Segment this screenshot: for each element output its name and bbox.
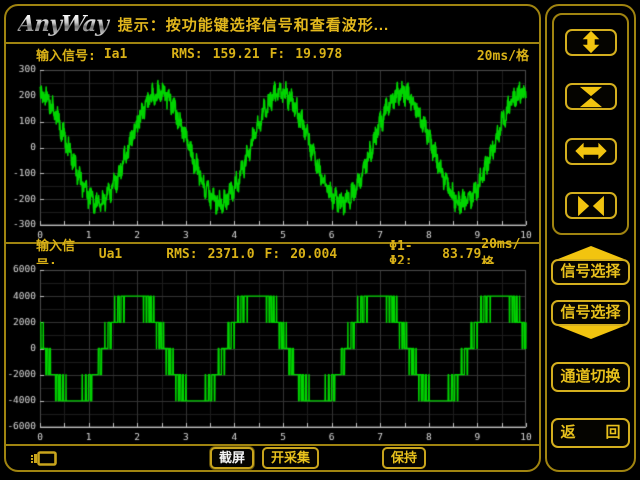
waveform-canvas-ua1 — [6, 264, 539, 444]
waveform-canvas-ia1 — [6, 64, 539, 242]
waveform-zoom-button-group — [552, 13, 629, 235]
anyway-logo: AnyWay — [17, 11, 119, 37]
start-acquire-button[interactable]: 开采集 — [262, 447, 319, 469]
rms-label: RMS: — [166, 247, 197, 262]
hint-message: 提示：按功能键选择信号和查看波形... — [118, 14, 390, 35]
compress-vertical-button[interactable] — [565, 83, 617, 110]
screenshot-button[interactable]: 截屏 — [210, 447, 254, 469]
back-label[interactable]: 返 回 — [551, 418, 630, 448]
freq-value: 19.978 — [295, 47, 342, 62]
hold-button[interactable]: 保持 — [382, 447, 426, 469]
panel-header-ia1: 输入信号: Ia1 RMS: 159.21 F: 19.978 20ms/格 — [6, 44, 539, 64]
expand-vertical-button[interactable] — [565, 29, 617, 56]
signal-select-up-button[interactable]: 信号选择 — [551, 246, 630, 285]
freq-value: 20.004 — [290, 247, 337, 262]
compress-horizontal-icon — [574, 194, 608, 218]
expand-horizontal-button[interactable] — [565, 138, 617, 165]
title-bar: AnyWay 提示：按功能键选择信号和查看波形... — [6, 6, 539, 44]
expand-vertical-icon — [574, 30, 608, 54]
sidebar: 信号选择 信号选择 通道切换 返 回 — [545, 4, 636, 472]
bottom-bar: 截屏 开采集 保持 — [6, 446, 539, 470]
main-display-frame: AnyWay 提示：按功能键选择信号和查看波形... 输入信号: Ia1 RMS… — [4, 4, 541, 472]
battery-icon — [30, 450, 64, 467]
rms-value: 2371.0 — [208, 247, 255, 262]
waveform-panel-ua1: 输入信号: Ua1 RMS: 2371.0 F: 20.004 Φ1-Φ2: 8… — [6, 244, 539, 446]
signal-name: Ia1 — [104, 47, 127, 62]
signal-select-up-label[interactable]: 信号选择 — [551, 259, 630, 285]
waveform-panel-ia1: 输入信号: Ia1 RMS: 159.21 F: 19.978 20ms/格 — [6, 44, 539, 244]
rms-label: RMS: — [171, 47, 202, 62]
expand-horizontal-icon — [574, 139, 608, 163]
phase-value: 83.79 — [442, 247, 481, 262]
timebase-value: 20ms/格 — [477, 45, 529, 64]
input-signal-label: 输入信号: — [36, 45, 96, 64]
signal-select-down-label[interactable]: 信号选择 — [551, 300, 630, 326]
compress-vertical-icon — [574, 85, 608, 109]
rms-value: 159.21 — [213, 47, 260, 62]
signal-name: Ua1 — [99, 247, 122, 262]
channel-switch-label[interactable]: 通道切换 — [551, 362, 630, 392]
back-button[interactable]: 返 回 — [551, 418, 630, 448]
channel-switch-button[interactable]: 通道切换 — [551, 362, 630, 392]
signal-select-down-button[interactable]: 信号选择 — [551, 300, 630, 339]
panel-header-ua1: 输入信号: Ua1 RMS: 2371.0 F: 20.004 Φ1-Φ2: 8… — [6, 244, 539, 264]
freq-label: F: — [270, 47, 286, 62]
freq-label: F: — [265, 247, 281, 262]
triangle-up-icon — [558, 246, 624, 259]
compress-horizontal-button[interactable] — [565, 192, 617, 219]
triangle-down-icon — [558, 326, 624, 339]
